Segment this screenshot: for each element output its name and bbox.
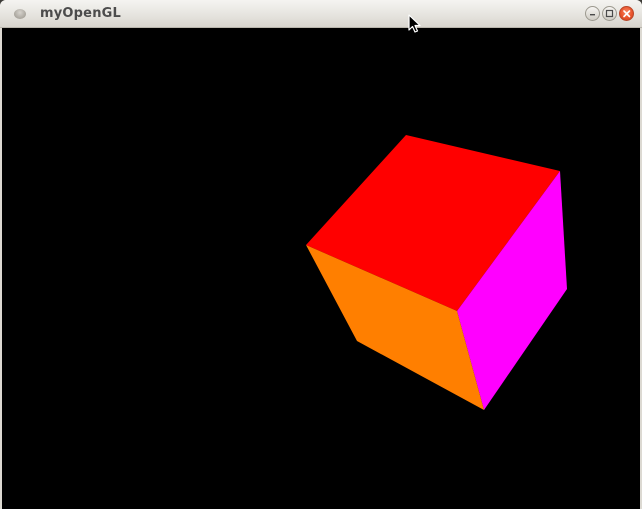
window-controls [585, 6, 634, 23]
opengl-viewport[interactable] [2, 28, 640, 509]
window-title: myOpenGL [40, 6, 122, 21]
square-icon [605, 9, 614, 18]
minimize-button[interactable] [585, 6, 600, 21]
window-menu-icon[interactable] [14, 9, 26, 19]
title-bar[interactable]: myOpenGL [0, 0, 642, 28]
x-icon [623, 10, 631, 18]
app-window: myOpenGL [0, 0, 642, 509]
close-button[interactable] [619, 6, 634, 21]
mouse-pointer-icon [408, 14, 421, 33]
maximize-button[interactable] [602, 6, 617, 21]
cube-scene [306, 135, 567, 410]
minus-icon [590, 14, 595, 16]
